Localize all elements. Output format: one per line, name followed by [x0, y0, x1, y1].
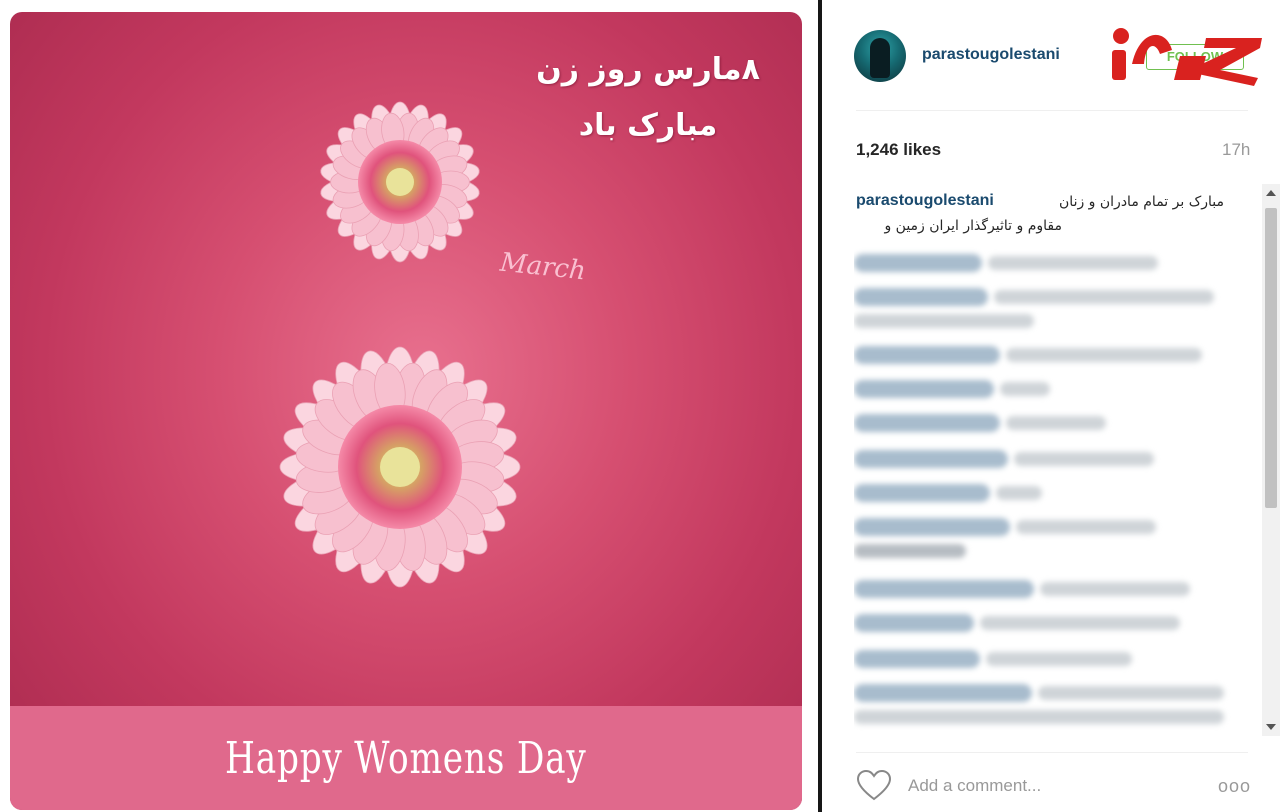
- womens-day-banner: Happy Womens Day: [10, 706, 802, 810]
- comments-list: parastougolestani مبارک بر تمام مادران و…: [854, 190, 1250, 736]
- post-time[interactable]: 17h: [1222, 140, 1250, 160]
- persian-greeting-line2: مبارک باد: [578, 108, 718, 143]
- footer-separator: [856, 752, 1248, 753]
- instagram-post-viewer: ۸مارس روز زن مبارک باد March Happy Women…: [0, 0, 1280, 812]
- scrollbar-thumb[interactable]: [1265, 208, 1277, 508]
- header-separator: [856, 110, 1248, 111]
- lower-flower: [279, 346, 521, 588]
- scroll-up-icon[interactable]: [1266, 190, 1276, 196]
- site-logo-watermark: [1112, 28, 1262, 86]
- header-username[interactable]: parastougolestani: [922, 46, 1060, 64]
- avatar[interactable]: [854, 30, 906, 82]
- more-options-icon[interactable]: ooo: [1218, 776, 1251, 797]
- heart-icon[interactable]: [856, 770, 892, 802]
- caption-line-1: مبارک بر تمام مادران و زنان: [1059, 194, 1224, 210]
- caption-username[interactable]: parastougolestani: [856, 192, 994, 210]
- persian-greeting-title: ۸مارس روز زن مبارک باد: [518, 42, 778, 154]
- comments-scrollbar[interactable]: [1262, 184, 1280, 736]
- post-image[interactable]: ۸مارس روز زن مبارک باد March Happy Women…: [10, 12, 802, 810]
- caption-line-2: مقاوم و تاثیرگذار ایران زمین و: [884, 218, 1062, 234]
- scroll-down-icon[interactable]: [1266, 724, 1276, 730]
- panel-divider: [818, 0, 822, 812]
- banner-text: Happy Womens Day: [225, 732, 587, 784]
- persian-greeting-line1: ۸مارس روز زن: [536, 52, 760, 87]
- likes-count[interactable]: 1,246 likes: [856, 140, 941, 160]
- upper-flower: [320, 101, 480, 263]
- add-comment-input[interactable]: Add a comment...: [908, 776, 1041, 796]
